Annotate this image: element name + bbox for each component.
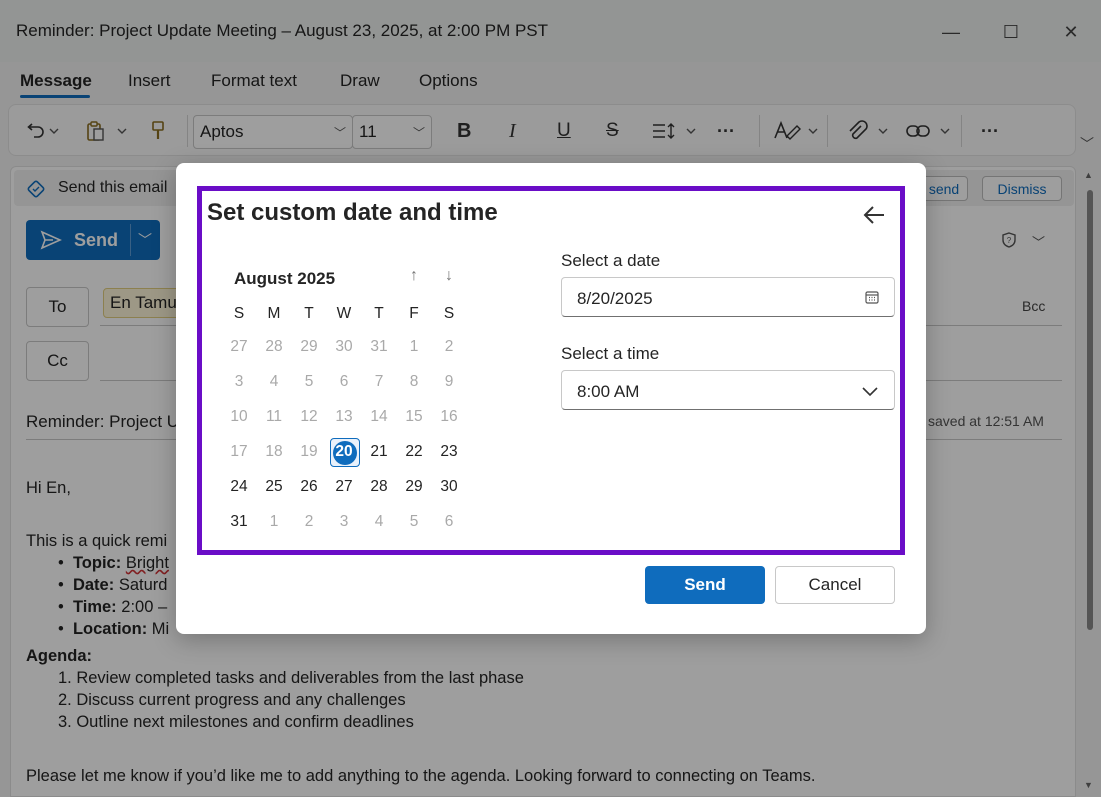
weekday-header: M xyxy=(267,305,281,322)
calendar-day[interactable]: 23 xyxy=(432,437,466,467)
weekday-header: T xyxy=(374,305,384,322)
calendar-day[interactable]: 26 xyxy=(292,472,326,502)
arrow-left-icon xyxy=(863,206,884,224)
calendar-day[interactable]: 18 xyxy=(257,437,291,467)
calendar-day[interactable]: 27 xyxy=(222,332,256,362)
calendar-day[interactable]: 22 xyxy=(397,437,431,467)
calendar-day[interactable]: 13 xyxy=(327,402,361,432)
calendar-day[interactable]: 4 xyxy=(257,367,291,397)
calendar-day[interactable]: 4 xyxy=(362,507,396,537)
calendar-day[interactable]: 5 xyxy=(292,367,326,397)
weekday-header: S xyxy=(233,305,245,322)
calendar-day-selected[interactable]: 20 xyxy=(327,437,361,467)
back-button[interactable] xyxy=(858,200,890,230)
calendar-day[interactable]: 9 xyxy=(432,367,466,397)
calendar-day[interactable]: 11 xyxy=(257,402,291,432)
calendar-day[interactable]: 19 xyxy=(292,437,326,467)
calendar-day[interactable]: 28 xyxy=(362,472,396,502)
weekday-header: W xyxy=(336,305,352,322)
date-value: 8/20/2025 xyxy=(577,289,653,308)
calendar-day[interactable]: 10 xyxy=(222,402,256,432)
calendar-day[interactable]: 15 xyxy=(397,402,431,432)
weekday-header: F xyxy=(409,305,419,322)
calendar-day[interactable]: 3 xyxy=(222,367,256,397)
calendar-day[interactable]: 8 xyxy=(397,367,431,397)
calendar-day[interactable]: 1 xyxy=(257,507,291,537)
calendar-day[interactable]: 31 xyxy=(222,507,256,537)
calendar-day[interactable]: 27 xyxy=(327,472,361,502)
weekday-header: S xyxy=(443,305,455,322)
calendar-day[interactable]: 1 xyxy=(397,332,431,362)
calendar-day[interactable]: 29 xyxy=(292,332,326,362)
chevron-down-icon xyxy=(862,387,878,397)
calendar-day[interactable]: 16 xyxy=(432,402,466,432)
calendar-day[interactable]: 2 xyxy=(432,332,466,362)
calendar-day[interactable]: 14 xyxy=(362,402,396,432)
calendar-day[interactable]: 5 xyxy=(397,507,431,537)
calendar-day[interactable]: 28 xyxy=(257,332,291,362)
time-label: Select a time xyxy=(561,344,660,363)
calendar-day[interactable]: 6 xyxy=(432,507,466,537)
calendar-day[interactable]: 30 xyxy=(327,332,361,362)
arrow-up-icon[interactable]: ↑ xyxy=(404,266,424,286)
dialog-send-button[interactable]: Send xyxy=(645,566,765,604)
calendar-day[interactable]: 21 xyxy=(362,437,396,467)
time-select[interactable]: 8:00 AM xyxy=(561,370,895,410)
dialog-title: Set custom date and time xyxy=(207,199,498,226)
dialog-cancel-button[interactable]: Cancel xyxy=(775,566,895,604)
date-label: Select a date xyxy=(561,251,661,270)
calendar-day[interactable]: 6 xyxy=(327,367,361,397)
arrow-down-icon[interactable]: ↓ xyxy=(439,266,459,286)
calendar-day[interactable]: 24 xyxy=(222,472,256,502)
calendar-day[interactable]: 17 xyxy=(222,437,256,467)
calendar-month: August 2025 xyxy=(234,269,336,288)
calendar-day[interactable]: 31 xyxy=(362,332,396,362)
calendar-day[interactable]: 3 xyxy=(327,507,361,537)
calendar-day[interactable]: 25 xyxy=(257,472,291,502)
calendar-day[interactable]: 30 xyxy=(432,472,466,502)
calendar-day[interactable]: 29 xyxy=(397,472,431,502)
time-value: 8:00 AM xyxy=(577,382,640,401)
calendar-day[interactable]: 7 xyxy=(362,367,396,397)
date-input[interactable]: 8/20/2025 xyxy=(561,277,895,317)
weekday-header: T xyxy=(304,305,314,322)
calendar-icon[interactable] xyxy=(864,289,880,305)
calendar-day[interactable]: 2 xyxy=(292,507,326,537)
calendar-day[interactable]: 12 xyxy=(292,402,326,432)
